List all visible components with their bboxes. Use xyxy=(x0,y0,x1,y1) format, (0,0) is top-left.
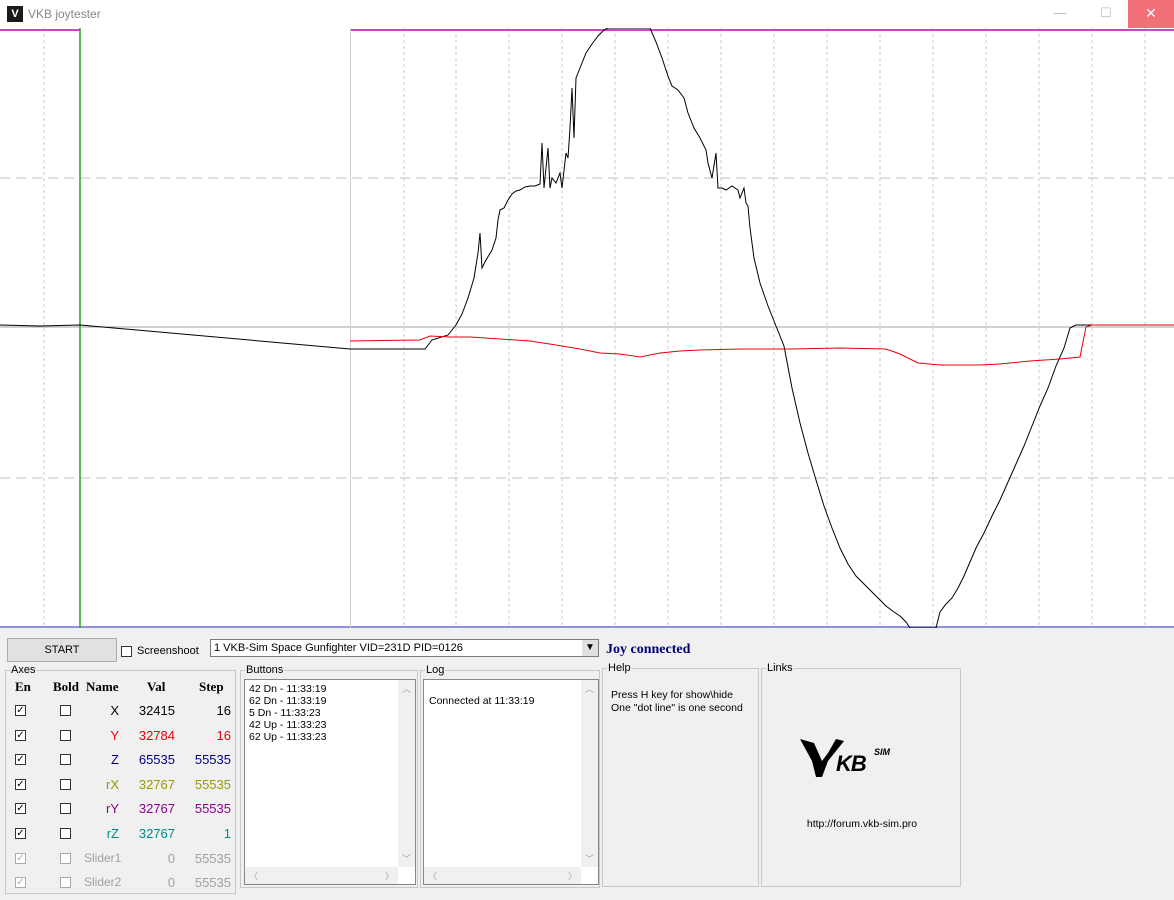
axis-name: Slider2 xyxy=(84,875,122,889)
title-bar: V VKB joytester — ☐ ✕ xyxy=(0,0,1174,28)
axis-enable-checkbox[interactable]: ✓ xyxy=(15,877,26,888)
axis-enable-checkbox[interactable]: ✓ xyxy=(15,754,26,765)
log-entries: Connected at 11:33:19 xyxy=(429,695,534,707)
axis-bold-checkbox[interactable] xyxy=(60,877,71,888)
scroll-right-icon[interactable]: 〉 xyxy=(385,869,394,882)
axis-bold-checkbox[interactable] xyxy=(60,730,71,741)
axis-name: rX xyxy=(106,777,119,792)
axis-value: 32784 xyxy=(138,728,175,743)
axis-name: rY xyxy=(106,801,119,816)
close-button[interactable]: ✕ xyxy=(1128,0,1174,28)
axis-graph xyxy=(0,28,1174,628)
log-group: Log Connected at 11:33:19 ︿ ﹀ 〈 〉 xyxy=(420,664,600,888)
buttons-list[interactable]: 42 Dn - 11:33:19 62 Dn - 11:33:19 5 Dn - 1… xyxy=(244,679,416,885)
axis-name: Slider1 xyxy=(84,851,122,865)
button-event-entry: 62 Dn - 11:33:19 xyxy=(249,695,327,707)
logo-superscript: SIM xyxy=(874,747,891,757)
log-list[interactable]: Connected at 11:33:19 ︿ ﹀ 〈 〉 xyxy=(423,679,599,885)
axis-bold-checkbox[interactable] xyxy=(60,828,71,839)
axis-bold-checkbox[interactable] xyxy=(60,779,71,790)
axis-step: 55535 xyxy=(194,752,231,767)
axis-enable-checkbox[interactable]: ✓ xyxy=(15,853,26,864)
axis-step: 16 xyxy=(216,728,231,743)
axis-name: Y xyxy=(110,728,119,743)
col-header-en: En xyxy=(15,679,31,694)
axis-value: 32767 xyxy=(138,826,175,841)
axis-value: 0 xyxy=(167,851,175,866)
col-header-step: Step xyxy=(199,679,224,694)
axis-value: 32767 xyxy=(138,801,175,816)
forum-link[interactable]: http://forum.vkb-sim.pro xyxy=(762,818,962,830)
help-group: Help Press H key for show\hide One "dot … xyxy=(602,662,759,887)
help-group-label: Help xyxy=(607,662,632,674)
screenshot-checkbox[interactable] xyxy=(121,646,132,657)
app-logo-icon: V xyxy=(7,6,23,22)
axis-enable-checkbox[interactable]: ✓ xyxy=(15,705,26,716)
scroll-up-icon[interactable]: ︿ xyxy=(402,682,411,695)
axis-bold-checkbox[interactable] xyxy=(60,803,71,814)
axis-name: rZ xyxy=(106,826,119,841)
help-line: One "dot line" is one second xyxy=(611,702,743,714)
axis-step: 55535 xyxy=(194,777,231,792)
axis-value: 0 xyxy=(167,875,175,890)
buttons-group-label: Buttons xyxy=(245,664,285,676)
connection-status: Joy connected xyxy=(606,642,691,657)
log-entry: Connected at 11:33:19 xyxy=(429,695,535,707)
axis-bold-checkbox[interactable] xyxy=(60,853,71,864)
scroll-left-icon[interactable]: 〈 xyxy=(249,869,258,882)
axis-step: 55535 xyxy=(194,851,231,866)
axis-value: 65535 xyxy=(138,752,175,767)
window-title: VKB joytester xyxy=(28,7,101,21)
log-horizontal-scrollbar[interactable]: 〈 〉 xyxy=(424,867,581,884)
log-group-label: Log xyxy=(425,664,446,676)
maximize-button[interactable]: ☐ xyxy=(1083,0,1129,28)
axis-bold-checkbox[interactable] xyxy=(60,705,71,716)
axis-enable-checkbox[interactable]: ✓ xyxy=(15,803,26,814)
axis-bold-checkbox[interactable] xyxy=(60,754,71,765)
links-group: Links KB SIM http://forum.vkb-sim.pro xyxy=(761,662,962,887)
log-vertical-scrollbar[interactable]: ︿ ﹀ xyxy=(581,680,598,867)
help-text: Press H key for show\hide One "dot line"… xyxy=(611,689,743,715)
scroll-down-icon[interactable]: ﹀ xyxy=(585,852,594,865)
button-event-entry: 42 Up - 11:33:23 xyxy=(249,719,327,731)
buttons-horizontal-scrollbar[interactable]: 〈 〉 xyxy=(245,867,398,884)
axis-enable-checkbox[interactable]: ✓ xyxy=(15,730,26,741)
scroll-left-icon[interactable]: 〈 xyxy=(428,869,437,882)
links-group-label: Links xyxy=(766,662,794,674)
axis-enable-checkbox[interactable]: ✓ xyxy=(15,828,26,839)
logo-text: KB xyxy=(836,751,867,776)
scroll-up-icon[interactable]: ︿ xyxy=(585,682,594,695)
device-select-value: 1 VKB-Sim Space Gunfighter VID=231D PID=… xyxy=(214,642,463,654)
axis-step: 16 xyxy=(216,703,231,718)
vkb-sim-logo[interactable]: KB SIM xyxy=(798,731,918,781)
col-header-name: Name xyxy=(86,679,119,694)
buttons-vertical-scrollbar[interactable]: ︿ ﹀ xyxy=(398,680,415,867)
button-event-entry: 42 Dn - 11:33:19 xyxy=(249,683,327,695)
axis-name: X xyxy=(110,703,119,718)
axes-group-label: Axes xyxy=(10,664,37,676)
buttons-entries: 42 Dn - 11:33:19 62 Dn - 11:33:19 5 Dn - 1… xyxy=(249,683,326,743)
axis-value: 32767 xyxy=(138,777,175,792)
graph-background xyxy=(0,28,1174,628)
start-button[interactable]: START xyxy=(7,638,117,662)
minimize-button[interactable]: — xyxy=(1037,0,1083,28)
device-select[interactable]: 1 VKB-Sim Space Gunfighter VID=231D PID=… xyxy=(210,639,599,657)
scroll-down-icon[interactable]: ﹀ xyxy=(402,852,411,865)
chevron-down-icon[interactable]: ▼ xyxy=(582,640,598,656)
axis-step: 1 xyxy=(223,826,231,841)
button-event-entry: 62 Up - 11:33:23 xyxy=(249,731,327,743)
col-header-bold: Bold xyxy=(53,679,80,694)
button-event-entry: 5 Dn - 11:33:23 xyxy=(249,707,321,719)
axis-step: 55535 xyxy=(194,801,231,816)
col-header-val: Val xyxy=(147,679,166,694)
axis-step: 55535 xyxy=(194,875,231,890)
axis-value: 32415 xyxy=(138,703,175,718)
axis-enable-checkbox[interactable]: ✓ xyxy=(15,779,26,790)
axis-name: Z xyxy=(111,752,119,767)
scroll-right-icon[interactable]: 〉 xyxy=(568,869,577,882)
screenshot-label: Screenshoot xyxy=(137,645,199,657)
help-line: Press H key for show\hide xyxy=(611,689,733,701)
buttons-group: Buttons 42 Dn - 11:33:19 62 Dn - 11:33:19… xyxy=(240,664,418,888)
